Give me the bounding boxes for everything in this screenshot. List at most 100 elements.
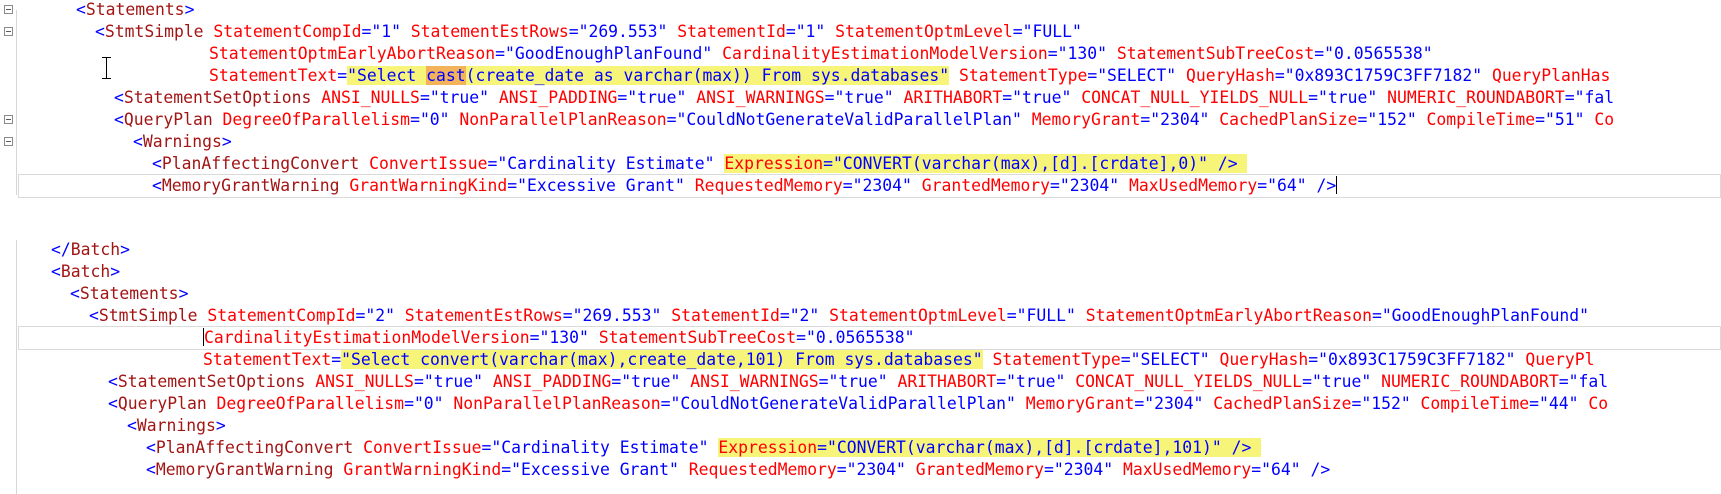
xml-token: = [1047, 44, 1058, 63]
xml-token: = [1314, 44, 1325, 63]
xml-token: StatementSubTreeCost [1107, 44, 1315, 63]
xml-token: = [660, 394, 671, 413]
xml-token: = [836, 460, 847, 479]
xml-token: = [779, 306, 790, 325]
xml-token: > [120, 240, 130, 259]
xml-token: "0" [413, 394, 444, 413]
xml-token: "2304" [1144, 394, 1204, 413]
xml-token: StatementSubTreeCost [588, 328, 797, 347]
xml-token: = [1308, 88, 1319, 107]
xml-token: MemoryGrant [1015, 394, 1135, 413]
xml-token: = [507, 176, 518, 195]
xml-token: = [1308, 350, 1319, 369]
xml-token: = [996, 372, 1007, 391]
xml-token: "Cardinality Estimate" [497, 154, 715, 173]
xml-token: = [796, 328, 806, 347]
xml-token: Co [1578, 394, 1609, 413]
xml-token: = [487, 154, 498, 173]
xml-token: = [1050, 176, 1060, 195]
xml-token [709, 438, 719, 457]
xml-token: < [146, 460, 156, 479]
xml-token: "44" [1538, 394, 1579, 413]
xml-token: "2304" [1059, 176, 1120, 195]
xml-token: "true" [1312, 372, 1372, 391]
collapse-toggle-icon[interactable] [4, 27, 13, 36]
xml-token: StatementEstRows [400, 22, 569, 41]
xml-token: QueryPlanHas [1482, 66, 1611, 85]
xml-token: = [1371, 306, 1382, 325]
code-line-text: <Warnings> [127, 414, 226, 438]
code-line-text: <Warnings> [133, 130, 232, 154]
xml-token: StatementSetOptions [117, 372, 306, 391]
xml-token: = [1558, 372, 1569, 391]
xml-token: "130" [539, 328, 589, 347]
xml-token: GrantedMemory [911, 176, 1051, 195]
xml-token: = [404, 394, 414, 413]
xml-token: "2304" [1053, 460, 1114, 479]
xml-token: StatementEstRows [394, 306, 563, 325]
xml-token: "Excessive Grant" [517, 176, 685, 195]
xml-token: "Select convert(varchar(max),create_date… [341, 350, 983, 369]
xml-token: = [824, 88, 835, 107]
xml-token: > [110, 262, 121, 281]
xml-token: StatementId [667, 22, 786, 41]
code-line[interactable]: <MemoryGrantWarning GrantWarningKind="Ex… [18, 174, 1721, 198]
xml-token: = [1357, 110, 1368, 129]
xml-token: "true" [621, 372, 681, 391]
xml-token: Statements [85, 0, 185, 19]
xml-token: DegreeOfParallelism [206, 394, 405, 413]
xml-token: < [89, 306, 99, 325]
xml-token: ANSI_NULLS [311, 88, 420, 107]
xml-editor-pane-bottom[interactable]: </Batch> <Batch> <Statements> <StmtSimple S… [0, 240, 1721, 494]
code-line-text: <StatementSetOptions ANSI_NULLS="true" A… [114, 86, 1614, 110]
collapse-toggle-icon[interactable] [4, 5, 13, 14]
xml-token: = [568, 22, 579, 41]
xml-token: StatementType [982, 350, 1121, 369]
xml-token: < [108, 394, 118, 413]
xml-token: "true" [1006, 372, 1066, 391]
xml-token: "0" [419, 110, 450, 129]
code-line-text: StatementText="Select cast(create_date a… [209, 64, 1610, 88]
xml-token: "GoodEnoughPlanFound" [505, 44, 713, 63]
xml-token: "Select [347, 66, 427, 85]
xml-token: StatementOptmEarlyAbortReason [1075, 306, 1372, 325]
xml-token: (create_date as varchar(max)) From sys.d… [465, 66, 950, 85]
xml-token: CardinalityEstimationModelVersion [712, 44, 1048, 63]
xml-editor-pane-top[interactable]: <Statements> <StmtSimple StatementCompId=… [0, 0, 1721, 214]
xml-token: = [1302, 372, 1313, 391]
xml-token: < [146, 438, 156, 457]
xml-token: = [413, 372, 424, 391]
xml-token: CachedPlanSize [1203, 394, 1352, 413]
code-line-text: <StatementSetOptions ANSI_NULLS="true" A… [108, 370, 1608, 394]
xml-token: StatementId [661, 306, 780, 325]
xml-token: NUMERIC_ROUNDABORT [1377, 88, 1565, 107]
collapse-toggle-icon[interactable] [4, 137, 13, 146]
code-line-text: <QueryPlan DegreeOfParallelism="0" NonPa… [108, 392, 1608, 416]
xml-token: = [1257, 176, 1268, 195]
xml-token: = [331, 350, 342, 369]
fold-guide-line [16, 240, 17, 494]
xml-token: RequestedMemory [684, 176, 843, 195]
xml-token: "64" [1261, 460, 1301, 479]
xml-token: MemoryGrantWarning [155, 460, 334, 479]
xml-token: Batch [70, 240, 121, 259]
xml-token: < [108, 372, 118, 391]
xml-token: = [529, 328, 540, 347]
xml-token: /> [1221, 438, 1262, 457]
collapse-toggle-icon[interactable] [4, 115, 13, 124]
xml-token: StmtSimple [104, 22, 204, 41]
code-line-text: <Statements> [70, 282, 188, 306]
xml-token: = [1002, 88, 1013, 107]
xml-token: "true" [627, 88, 687, 107]
xml-token: Warnings [136, 416, 216, 435]
xml-token: "Excessive Grant" [511, 460, 679, 479]
xml-token: "CONVERT(varchar(max),[d].[crdate],0)" [832, 154, 1208, 173]
xml-token: "Cardinality Estimate" [491, 438, 709, 457]
code-line-text: <MemoryGrantWarning GrantWarningKind="Ex… [146, 458, 1330, 482]
fold-guide-line [16, 10, 17, 195]
xml-token: "2304" [1150, 110, 1210, 129]
xml-token: < [114, 110, 124, 129]
xml-token: = [1351, 394, 1362, 413]
xml-token: < [70, 284, 80, 303]
code-line[interactable]: CardinalityEstimationModelVersion="130" … [18, 326, 1721, 350]
